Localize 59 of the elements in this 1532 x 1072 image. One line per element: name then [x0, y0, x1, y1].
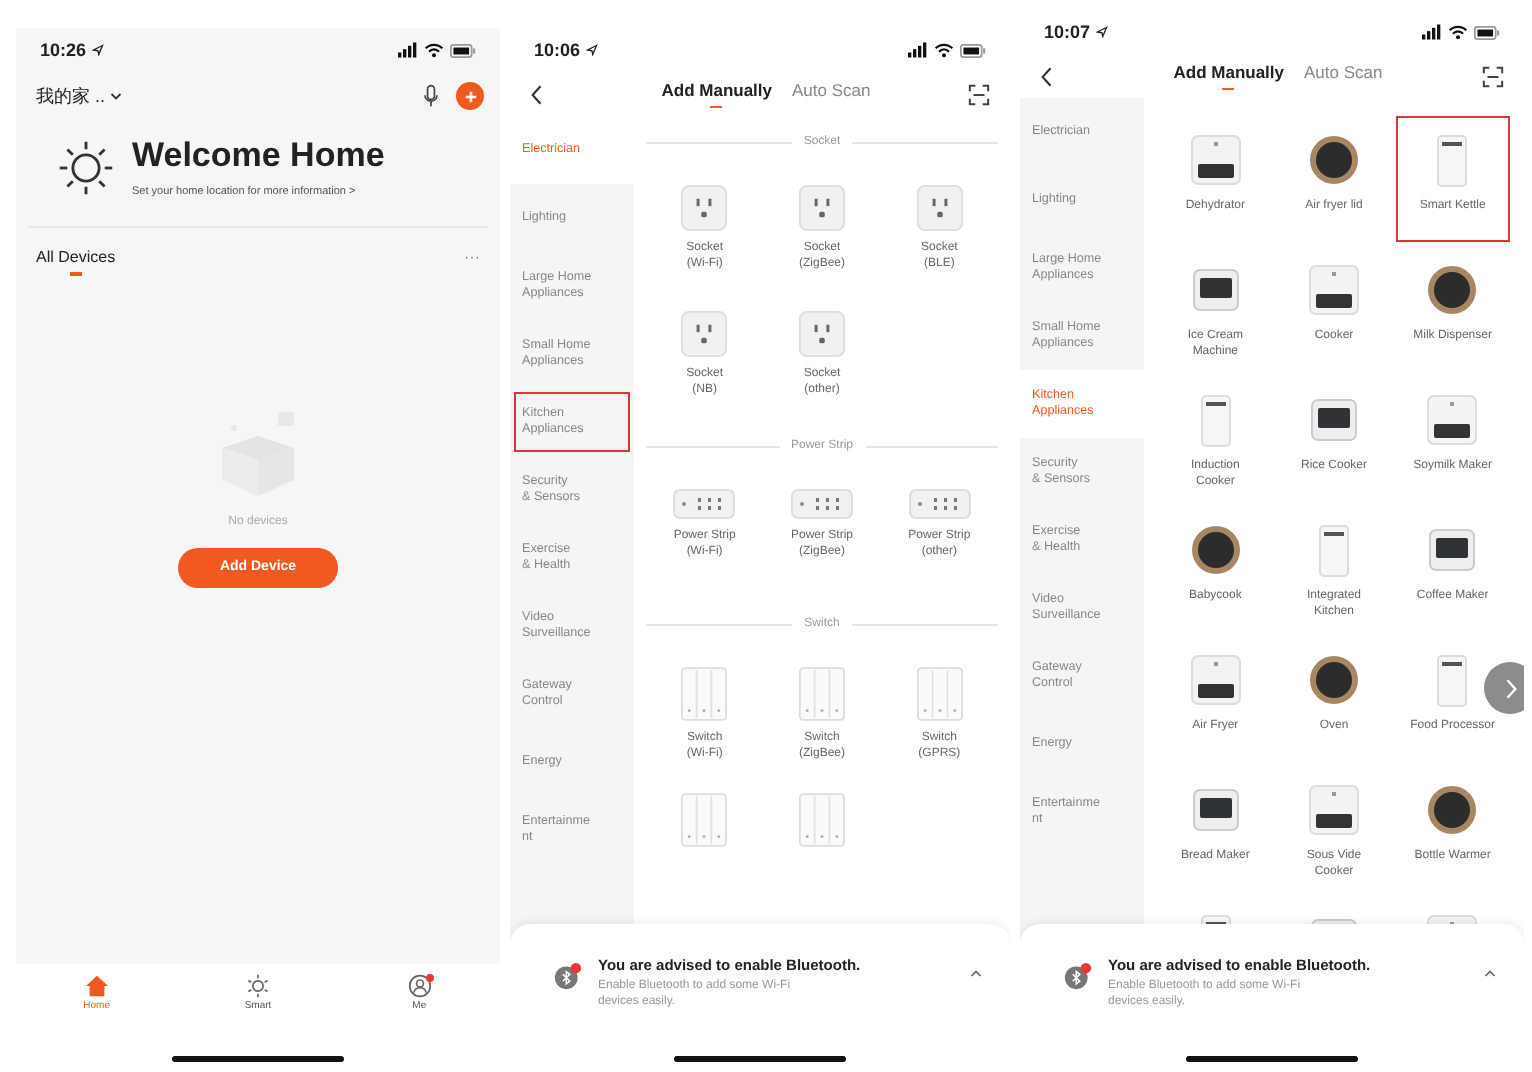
socket-icon [680, 184, 729, 232]
next-button[interactable] [1484, 662, 1524, 714]
mode-tab[interactable]: Auto Scan [792, 79, 871, 109]
power-strip-icon [789, 488, 854, 520]
signal-icon [908, 42, 928, 58]
back-icon[interactable] [1040, 65, 1054, 87]
mode-tab[interactable]: Add Manually [1173, 61, 1285, 91]
wall-switch-icon [680, 666, 729, 722]
appliance-icon [1303, 780, 1364, 840]
battery-icon [1474, 25, 1500, 39]
status-time: 10:07 [1044, 22, 1091, 42]
chevron-up-icon[interactable] [970, 968, 982, 978]
all-devices-tab[interactable]: All Devices [36, 248, 116, 283]
socket-icon [680, 310, 729, 358]
chevron-right-icon [1503, 677, 1517, 699]
house-icon [83, 974, 110, 998]
back-icon[interactable] [530, 83, 544, 105]
scan-icon[interactable] [968, 83, 990, 105]
status-time: 10:06 [534, 40, 581, 60]
more-menu[interactable]: ··· [464, 248, 480, 266]
socket-icon [797, 310, 846, 358]
wall-switch-icon [797, 666, 846, 722]
welcome-title: Welcome Home [132, 136, 385, 176]
signal-icon [398, 42, 418, 58]
appliance-icon [1185, 130, 1246, 190]
power-strip-icon [907, 488, 972, 520]
add-button[interactable] [456, 82, 484, 110]
home-name[interactable]: 我的家 .. [36, 83, 106, 109]
appliance-icon [1185, 650, 1246, 710]
microphone-icon[interactable] [422, 84, 440, 108]
sun-icon [245, 974, 270, 998]
bluetooth-alert-icon [554, 962, 582, 990]
wifi-icon [934, 42, 954, 58]
bluetooth-alert-icon [1064, 962, 1092, 990]
status-time: 10:26 [40, 40, 87, 60]
scan-icon[interactable] [1482, 65, 1504, 87]
location-icon [92, 44, 105, 56]
battery-icon [960, 43, 986, 57]
chevron-up-icon[interactable] [1484, 968, 1496, 978]
appliance-icon [1303, 260, 1364, 320]
power-strip-icon [672, 488, 737, 520]
sun-icon [56, 137, 116, 197]
socket-icon [915, 184, 964, 232]
plus-icon [463, 89, 477, 103]
wall-switch-icon [680, 792, 729, 848]
chevron-down-icon[interactable] [109, 91, 122, 101]
person-icon [407, 974, 432, 998]
wifi-icon [1448, 24, 1468, 40]
mode-tab[interactable]: Auto Scan [1304, 61, 1383, 91]
mode-tab[interactable]: Add Manually [661, 79, 773, 109]
location-icon [1096, 26, 1109, 38]
battery-icon [450, 43, 476, 57]
location-icon [586, 44, 599, 56]
wifi-icon [424, 42, 444, 58]
signal-icon [1422, 24, 1442, 40]
wall-switch-icon [797, 792, 846, 848]
appliance-icon [1422, 390, 1483, 450]
socket-icon [797, 184, 846, 232]
wall-switch-icon [915, 666, 964, 722]
